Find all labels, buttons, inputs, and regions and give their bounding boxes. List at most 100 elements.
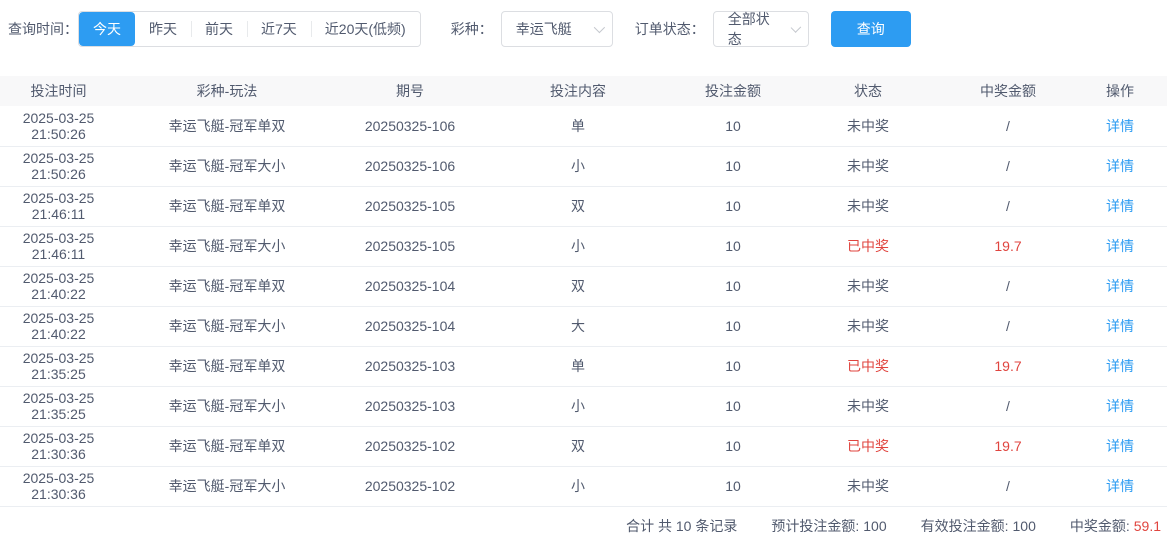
detail-link[interactable]: 详情 — [1106, 198, 1134, 214]
valid-bet-amount: 有效投注金额: 100 — [921, 516, 1036, 536]
win-amount-cell: / — [1006, 117, 1010, 134]
status-cell: 未中奖 — [847, 398, 889, 414]
win-amount-cell: 19.7 — [994, 438, 1022, 454]
table-row: 2025-03-25 21:35:25 幸运飞艇-冠军单双 20250325-1… — [0, 346, 1167, 386]
action-cell: 详情 — [1073, 386, 1167, 426]
bet-time-cell: 2025-03-25 21:46:11 — [22, 190, 95, 222]
query-button[interactable]: 查询 — [830, 11, 911, 47]
issue-cell: 20250325-106 — [364, 117, 456, 134]
detail-link[interactable]: 详情 — [1106, 158, 1134, 174]
win-amount-cell: / — [1006, 478, 1010, 494]
table-body: 2025-03-25 21:50:26 幸运飞艇-冠军单双 20250325-1… — [0, 106, 1167, 506]
action-cell: 详情 — [1073, 306, 1167, 346]
time-filter-option-1[interactable]: 昨天 — [135, 12, 191, 46]
bet-time-cell: 2025-03-25 21:40:22 — [22, 310, 95, 342]
col-header-content: 投注内容 — [550, 83, 606, 99]
status-cell: 未中奖 — [847, 478, 889, 494]
play-cell: 幸运飞艇-冠军大小 — [168, 158, 286, 174]
action-cell: 详情 — [1073, 106, 1167, 146]
win-amount-cell: 19.7 — [994, 238, 1022, 254]
table-row: 2025-03-25 21:30:36 幸运飞艇-冠军单双 20250325-1… — [0, 426, 1167, 466]
win-amount-cell: / — [1006, 198, 1010, 214]
content-cell: 单 — [571, 358, 585, 374]
expected-bet-amount: 预计投注金额: 100 — [771, 516, 886, 536]
amount-cell: 10 — [725, 117, 741, 134]
time-filter-option-4[interactable]: 近20天(低频) — [310, 12, 420, 46]
detail-link[interactable]: 详情 — [1106, 238, 1134, 254]
total-win-amount-label: 中奖金额: — [1069, 518, 1130, 534]
total-win-amount-value: 59.1 — [1133, 518, 1161, 534]
status-cell: 未中奖 — [847, 318, 889, 334]
summary-bar: 合计 共 10 条记录 预计投注金额: 100 有效投注金额: 100 中奖金额: 5… — [0, 507, 1167, 546]
detail-link[interactable]: 详情 — [1106, 318, 1134, 334]
status-cell: 已中奖 — [847, 238, 889, 254]
amount-cell: 10 — [725, 278, 741, 294]
table-row: 2025-03-25 21:40:22 幸运飞艇-冠军大小 20250325-1… — [0, 306, 1167, 346]
bet-time-cell: 2025-03-25 21:50:26 — [22, 150, 95, 182]
bet-time-cell: 2025-03-25 21:30:36 — [22, 430, 95, 462]
detail-link[interactable]: 详情 — [1106, 118, 1134, 134]
status-cell: 已中奖 — [847, 438, 889, 454]
valid-bet-amount-value: 100 — [1012, 518, 1036, 534]
time-filter-option-0[interactable]: 今天 — [79, 12, 135, 46]
status-select[interactable]: 全部状态 — [712, 11, 809, 47]
amount-cell: 10 — [725, 358, 741, 374]
time-filter-option-2[interactable]: 前天 — [191, 12, 247, 46]
content-cell: 双 — [571, 198, 585, 214]
lottery-select[interactable]: 幸运飞艇 — [500, 11, 613, 47]
time-filter-group: 今天 昨天 前天 近7天 近20天(低频) — [78, 11, 421, 47]
play-cell: 幸运飞艇-冠军单双 — [168, 438, 286, 454]
win-amount-cell: / — [1006, 398, 1010, 414]
chevron-down-icon — [790, 22, 801, 33]
expected-bet-amount-label: 预计投注金额: — [771, 518, 860, 534]
issue-cell: 20250325-103 — [364, 358, 456, 374]
bet-time-cell: 2025-03-25 21:40:22 — [22, 270, 95, 302]
bet-time-cell: 2025-03-25 21:35:25 — [22, 350, 95, 382]
play-cell: 幸运飞艇-冠军单双 — [168, 117, 286, 134]
win-amount-cell: / — [1006, 278, 1010, 294]
play-cell: 幸运飞艇-冠军大小 — [168, 398, 286, 414]
total-win-amount: 中奖金额: 59.1 — [1070, 516, 1161, 536]
table-row: 2025-03-25 21:30:36 幸运飞艇-冠军大小 20250325-1… — [0, 466, 1167, 506]
content-cell: 单 — [571, 117, 585, 134]
table-row: 2025-03-25 21:35:25 幸运飞艇-冠军大小 20250325-1… — [0, 386, 1167, 426]
content-cell: 大 — [571, 318, 585, 334]
amount-cell: 10 — [725, 158, 741, 174]
table-row: 2025-03-25 21:50:26 幸运飞艇-冠军大小 20250325-1… — [0, 146, 1167, 186]
detail-link[interactable]: 详情 — [1106, 438, 1134, 454]
action-cell: 详情 — [1073, 186, 1167, 226]
detail-link[interactable]: 详情 — [1106, 478, 1134, 494]
issue-cell: 20250325-102 — [364, 478, 456, 494]
total-records: 合计 共 10 条记录 — [626, 518, 738, 534]
status-cell: 未中奖 — [847, 158, 889, 174]
win-amount-cell: 19.7 — [994, 358, 1022, 374]
detail-link[interactable]: 详情 — [1106, 278, 1134, 294]
detail-link[interactable]: 详情 — [1106, 358, 1134, 374]
action-cell: 详情 — [1073, 466, 1167, 506]
table-row: 2025-03-25 21:40:22 幸运飞艇-冠军单双 20250325-1… — [0, 266, 1167, 306]
status-cell: 已中奖 — [847, 358, 889, 374]
win-amount-cell: / — [1006, 158, 1010, 174]
expected-bet-amount-value: 100 — [863, 518, 887, 534]
amount-cell: 10 — [725, 398, 741, 414]
issue-cell: 20250325-105 — [364, 238, 456, 254]
col-header-issue: 期号 — [396, 83, 424, 99]
time-filter-option-3[interactable]: 近7天 — [247, 12, 311, 46]
table-header-row: 投注时间 彩种-玩法 期号 投注内容 投注金额 状态 中奖金额 操作 — [0, 76, 1167, 106]
col-header-play: 彩种-玩法 — [196, 83, 258, 99]
col-header-bet-time: 投注时间 — [30, 83, 87, 99]
col-header-amount: 投注金额 — [705, 83, 761, 99]
content-cell: 双 — [571, 278, 585, 294]
play-cell: 幸运飞艇-冠军单双 — [168, 358, 286, 374]
chevron-down-icon — [593, 21, 605, 34]
amount-cell: 10 — [725, 478, 741, 494]
amount-cell: 10 — [725, 318, 741, 334]
play-cell: 幸运飞艇-冠军大小 — [168, 478, 286, 494]
detail-link[interactable]: 详情 — [1106, 398, 1134, 414]
play-cell: 幸运飞艇-冠军大小 — [168, 238, 286, 254]
win-amount-cell: / — [1006, 318, 1010, 334]
status-cell: 未中奖 — [847, 117, 889, 134]
status-cell: 未中奖 — [847, 198, 889, 214]
amount-cell: 10 — [725, 238, 741, 254]
issue-cell: 20250325-106 — [364, 158, 456, 174]
